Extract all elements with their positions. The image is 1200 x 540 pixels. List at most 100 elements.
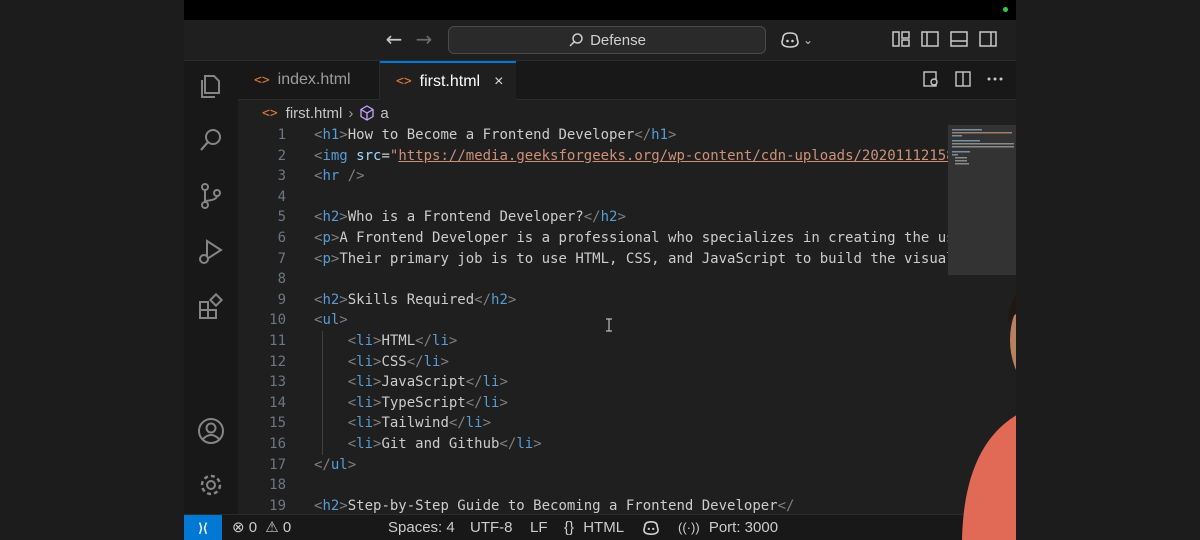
code-token: </ — [634, 127, 652, 143]
copilot-status-icon[interactable] — [642, 520, 660, 536]
breadcrumb-separator: › — [348, 104, 354, 122]
code-token: > — [339, 312, 348, 329]
explorer-icon[interactable] — [196, 71, 226, 101]
code-token: li — [423, 353, 441, 370]
code-line[interactable]: 2 <img src="https://media.geeksforgeeks.o… — [238, 146, 948, 167]
code-token: Who is a Frontend Developer? — [347, 209, 584, 226]
code-token: HTML — [381, 333, 416, 349]
indentation-indicator[interactable]: Spaces: 4 — [388, 515, 455, 540]
close-icon[interactable]: × — [494, 73, 503, 91]
line-number: 10 — [269, 312, 286, 329]
code-token: > — [533, 436, 542, 452]
code-token: < — [347, 333, 357, 349]
code-token: p — [322, 250, 331, 267]
line-content: <h1>How to Become a Frontend Developer</… — [314, 125, 676, 146]
run-and-debug-icon[interactable] — [196, 236, 226, 266]
code-token: /> — [347, 168, 365, 185]
code-line[interactable]: 7 <p>Their primary job is to use HTML, CS… — [238, 249, 948, 270]
code-line[interactable]: 13 <li>JavaScript</li> — [238, 372, 948, 393]
code-line[interactable]: 5 <h2>Who is a Frontend Developer?</h2> — [238, 207, 948, 228]
line-content: <h2>Skills Required</h2> — [314, 290, 516, 311]
code-token: < — [347, 415, 357, 432]
code-line[interactable]: 9 <h2>Skills Required</h2> — [238, 290, 948, 311]
split-editor-icon[interactable] — [954, 70, 972, 88]
code-line[interactable]: 10 <ul> — [238, 310, 948, 331]
code-line[interactable]: 19 <h2>Step-by-Step Guide to Becoming a F… — [238, 496, 948, 513]
toggle-primary-sidebar-icon[interactable] — [920, 29, 940, 49]
accounts-icon[interactable] — [196, 416, 226, 446]
tab-first-html[interactable]: <> first.html × — [380, 61, 516, 100]
code-editor[interactable]: 1 <h1>How to Become a Frontend Developer<… — [238, 125, 948, 513]
tab-index-html[interactable]: <> index.html — [238, 61, 380, 99]
code-token: </ — [406, 353, 424, 370]
open-preview-icon[interactable] — [922, 70, 940, 88]
back-button[interactable]: ← — [382, 28, 406, 52]
code-token: </ — [777, 497, 795, 513]
line-number: 4 — [277, 188, 286, 205]
toggle-panel-icon[interactable] — [949, 29, 969, 49]
code-line[interactable]: 11 <li>HTML</li> — [238, 331, 948, 352]
code-token: > — [347, 456, 357, 473]
toggle-secondary-sidebar-icon[interactable] — [978, 29, 998, 49]
more-actions-icon[interactable] — [986, 70, 1004, 88]
code-line[interactable]: 14 <li>TypeScript</li> — [238, 393, 948, 414]
code-token: Their primary job is to use HTML, CSS, a… — [339, 250, 948, 267]
code-line[interactable]: 16 <li>Git and Github</li> — [238, 434, 948, 455]
source-control-icon[interactable] — [196, 181, 226, 211]
code-token: li — [482, 394, 500, 411]
tab-label: first.html — [419, 72, 481, 90]
code-line[interactable]: 18 — [238, 475, 948, 496]
search-icon[interactable] — [196, 125, 226, 155]
line-content: <p>Their primary job is to use HTML, CSS… — [314, 249, 948, 270]
line-content: <h2>Step-by-Step Guide to Becoming a Fro… — [314, 496, 794, 513]
code-line[interactable]: 3 <hr /> — [238, 166, 948, 187]
encoding-indicator[interactable]: UTF-8 — [470, 515, 513, 540]
code-token: hr — [322, 168, 340, 185]
recording-indicator — [1003, 7, 1008, 12]
problems-indicator[interactable]: ⊗ 0 ⚠ 0 — [232, 515, 291, 540]
code-token: > — [507, 291, 517, 308]
minimap-preview — [952, 129, 1014, 165]
editor-tabs: <> index.html <> first.html × — [238, 61, 1016, 100]
code-token: </ — [465, 394, 483, 411]
code-token: </ — [448, 415, 466, 432]
extensions-icon[interactable] — [196, 292, 226, 322]
code-line[interactable]: 12 <li>CSS</li> — [238, 352, 948, 373]
breadcrumb-file[interactable]: first.html — [286, 105, 343, 122]
manage-gear-icon[interactable] — [196, 470, 226, 500]
line-number: 9 — [277, 291, 286, 308]
remote-indicator[interactable]: ⟩⟨ — [184, 515, 222, 540]
code-line[interactable]: 15 <li>Tailwind</li> — [238, 413, 948, 434]
line-content: <li>HTML</li> — [314, 331, 458, 352]
code-line[interactable]: 4 — [238, 187, 948, 208]
eol-indicator[interactable]: LF — [530, 515, 548, 540]
code-line[interactable]: 1 <h1>How to Become a Frontend Developer<… — [238, 125, 948, 146]
tab-label: index.html — [277, 71, 351, 88]
warning-count: 0 — [282, 519, 292, 536]
search-icon — [569, 33, 583, 47]
code-token: li — [482, 374, 500, 391]
forward-button[interactable]: → — [412, 28, 436, 52]
code-token: li — [356, 415, 374, 432]
breadcrumb-symbol[interactable]: a — [380, 105, 388, 122]
line-number: 2 — [277, 147, 286, 164]
line-number: 11 — [269, 333, 286, 349]
code-line[interactable]: 8 — [238, 269, 948, 290]
customize-layout-icon[interactable] — [891, 29, 911, 49]
code-token: p — [322, 230, 331, 246]
command-center-label: Defense — [590, 31, 646, 49]
html-file-icon: <> — [262, 105, 278, 121]
language-mode[interactable]: {} HTML — [564, 515, 624, 540]
broadcast-icon: ((·)) — [678, 520, 700, 535]
line-content: <h2>Who is a Frontend Developer?</h2> — [314, 207, 626, 228]
line-number: 7 — [277, 250, 286, 267]
breadcrumb: <> first.html › a — [238, 100, 1016, 126]
copilot-menu[interactable]: ⌄ — [780, 29, 816, 51]
code-line[interactable]: 6 <p>A Frontend Developer is a profession… — [238, 228, 948, 249]
command-center[interactable]: Defense — [448, 26, 766, 54]
code-line[interactable]: 17 </ul> — [238, 455, 948, 476]
code-token: > — [482, 415, 492, 432]
live-server-port[interactable]: ((·)) Port: 3000 — [678, 515, 778, 540]
